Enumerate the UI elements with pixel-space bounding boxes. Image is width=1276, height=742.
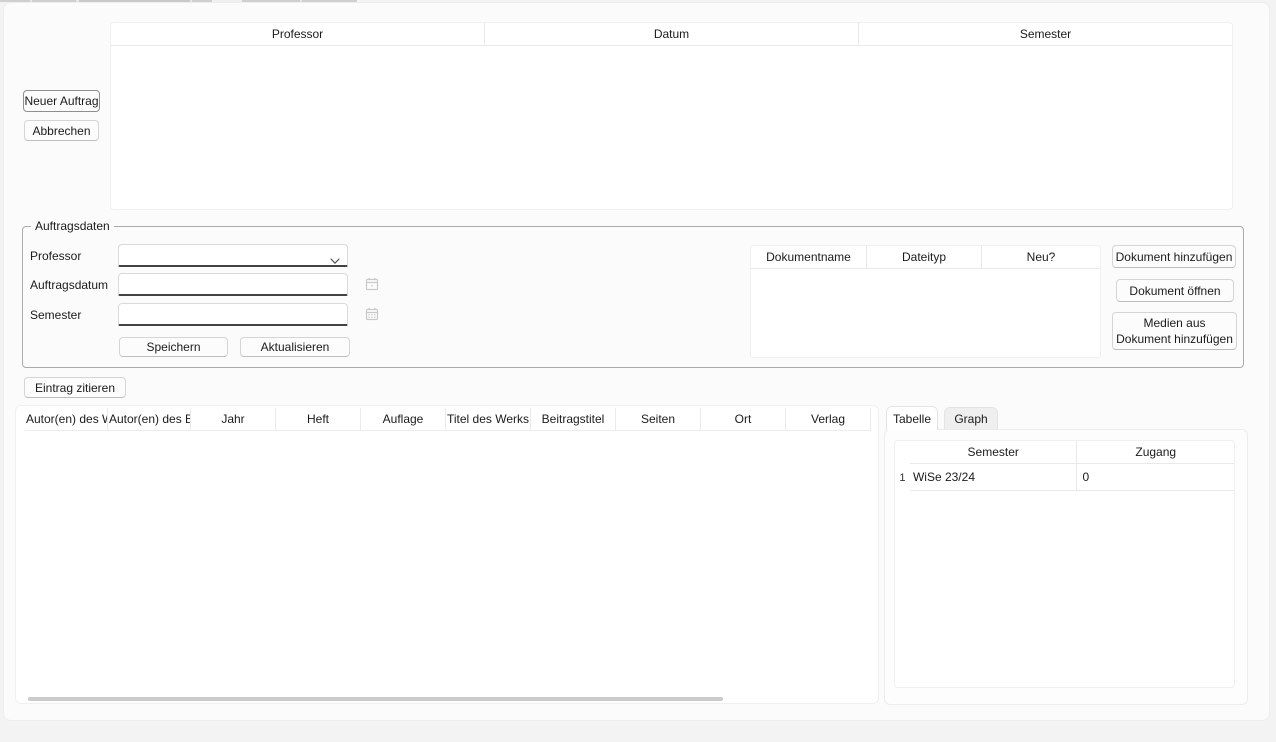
orders-table-body: [111, 46, 1232, 210]
orders-table: Professor Datum Semester: [110, 22, 1233, 210]
entries-column-pages[interactable]: Seiten: [616, 408, 701, 430]
table-row[interactable]: 1 WiSe 23/24 0: [895, 464, 1234, 491]
cite-entry-button[interactable]: Eintrag zitieren: [24, 377, 126, 398]
documents-column-new[interactable]: Neu?: [982, 246, 1100, 268]
cancel-button[interactable]: Abbrechen: [24, 120, 99, 141]
new-order-button[interactable]: Neuer Auftrag: [23, 90, 100, 112]
professor-label: Professor: [30, 249, 81, 263]
tab-graph[interactable]: Graph: [944, 407, 998, 430]
entries-table: Autor(en) des Werks Autor(en) des Beitra…: [15, 405, 879, 704]
entries-column-work-title[interactable]: Titel des Werks: [446, 408, 531, 430]
documents-table: Dokumentname Dateityp Neu?: [750, 245, 1101, 358]
open-document-button[interactable]: Dokument öffnen: [1116, 279, 1234, 302]
semester-label: Semester: [30, 308, 81, 322]
entries-column-work-authors[interactable]: Autor(en) des Werks: [25, 408, 108, 430]
app-window: Professor Datum Semester Neuer Auftrag A…: [0, 0, 1276, 742]
semester-field[interactable]: [118, 303, 348, 326]
professor-combobox-input[interactable]: [119, 245, 347, 265]
refresh-button[interactable]: Aktualisieren: [240, 337, 350, 357]
semester-input[interactable]: [119, 304, 347, 324]
tab-tabelle[interactable]: Tabelle: [886, 406, 938, 430]
documents-table-body: [751, 269, 1100, 357]
entries-column-publisher[interactable]: Verlag: [786, 408, 871, 430]
orders-column-datum[interactable]: Datum: [485, 23, 859, 45]
stats-column-semester[interactable]: Semester: [910, 441, 1078, 464]
entries-column-contribution-title[interactable]: Beitragstitel: [531, 408, 616, 430]
cell-zugang[interactable]: 0: [1077, 464, 1234, 491]
window-top-edge: [0, 0, 360, 2]
cell-semester[interactable]: WiSe 23/24: [910, 464, 1078, 491]
order-date-picker-button[interactable]: [363, 276, 381, 294]
documents-column-name[interactable]: Dokumentname: [751, 246, 867, 268]
calendar-icon: [365, 277, 379, 294]
horizontal-scrollbar-thumb[interactable]: [28, 697, 723, 701]
row-index: 1: [895, 464, 910, 491]
stats-column-zugang[interactable]: Zugang: [1077, 441, 1234, 464]
stats-table: Semester Zugang 1 WiSe 23/24 0: [894, 440, 1235, 688]
calendar-icon: [365, 307, 379, 324]
add-document-button[interactable]: Dokument hinzufügen: [1112, 245, 1236, 268]
entries-column-edition[interactable]: Auflage: [361, 408, 446, 430]
orders-column-professor[interactable]: Professor: [111, 23, 485, 45]
chevron-down-icon: [330, 252, 340, 270]
order-date-label: Auftragsdatum: [30, 278, 108, 292]
groupbox-legend: Auftragsdaten: [31, 219, 114, 234]
entries-column-place[interactable]: Ort: [701, 408, 786, 430]
stats-row-header-gutter: [895, 441, 910, 464]
orders-table-header: Professor Datum Semester: [111, 23, 1232, 46]
documents-table-header: Dokumentname Dateityp Neu?: [751, 246, 1100, 269]
entries-column-contribution-authors[interactable]: Autor(en) des Beitrags: [108, 408, 191, 430]
order-date-input[interactable]: [119, 274, 347, 294]
documents-column-filetype[interactable]: Dateityp: [867, 246, 982, 268]
professor-combobox[interactable]: [118, 244, 348, 267]
add-media-from-document-button[interactable]: Medien aus Dokument hinzufügen: [1112, 312, 1237, 350]
order-date-field[interactable]: [118, 273, 348, 296]
orders-column-semester[interactable]: Semester: [859, 23, 1232, 45]
stats-table-header: Semester Zugang: [895, 441, 1234, 464]
entries-table-header: Autor(en) des Werks Autor(en) des Beitra…: [25, 408, 871, 431]
entries-column-year[interactable]: Jahr: [191, 408, 276, 430]
semester-picker-button[interactable]: [363, 306, 381, 324]
save-button[interactable]: Speichern: [119, 337, 228, 357]
entries-column-issue[interactable]: Heft: [276, 408, 361, 430]
